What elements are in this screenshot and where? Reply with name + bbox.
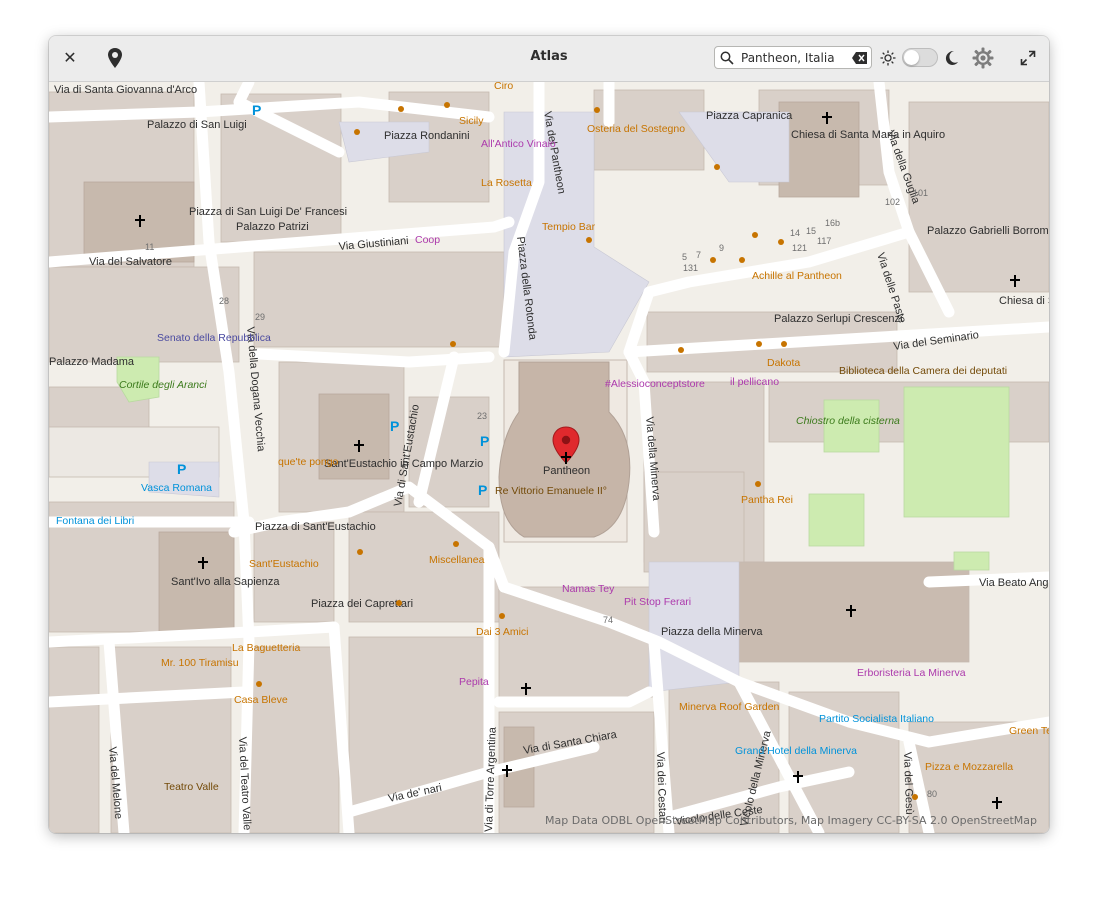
poi-label: Teatro Valle — [164, 781, 219, 793]
svg-text:11: 11 — [145, 242, 154, 252]
svg-text:P: P — [177, 461, 186, 477]
poi-label: All'Antico Vinaio — [481, 138, 556, 150]
street-label: Via del Gesù — [901, 752, 915, 815]
church-label: Chiesa di Santa Maria in Aquiro — [791, 129, 945, 141]
poi-label: Re Vittorio Emanuele II° — [495, 485, 607, 497]
square-label: Piazza Capranica — [706, 110, 793, 122]
poi-label: il pellicano — [730, 376, 779, 388]
svg-text:5: 5 — [682, 252, 687, 262]
poi-label: Achille al Pantheon — [752, 270, 842, 282]
church-label: Sant'Ivo alla Sapienza — [171, 576, 280, 588]
svg-text:P: P — [478, 482, 487, 498]
window-title: Atlas — [530, 49, 568, 64]
square-label: Palazzo Madama — [49, 356, 135, 368]
dark-mode-toggle[interactable] — [902, 48, 938, 67]
svg-text:P: P — [252, 102, 261, 118]
poi-label: Fontana dei Libri — [56, 515, 134, 527]
poi-label: Pizza e Mozzarella — [925, 761, 1013, 773]
poi-label: Green Tea — [1009, 725, 1049, 737]
poi-label: Namas Tey — [562, 583, 615, 595]
dark-mode-icon — [945, 50, 958, 65]
street-label: Via del Salvatore — [89, 256, 172, 268]
poi-label: Biblioteca della Camera dei deputati — [839, 365, 1007, 377]
square-label: Palazzo Patrizi — [236, 221, 309, 233]
poi-label: La Rosetta — [481, 177, 532, 189]
poi-label: La Baguetteria — [232, 642, 300, 654]
poi-label: Coop — [415, 234, 440, 246]
poi-label: Erboristeria La Minerva — [857, 667, 966, 679]
poi-label: #Alessioconceptstore — [605, 378, 705, 390]
church-label: Sant'Eustachio in Campo Marzio — [324, 458, 483, 470]
search-input[interactable]: Pantheon, Italia — [741, 51, 835, 65]
svg-text:28: 28 — [219, 296, 229, 306]
poi-label: Pantha Rei — [741, 494, 793, 506]
poi-label: Pit Stop Ferari — [624, 596, 691, 608]
poi-label: Vasca Romana — [141, 482, 212, 494]
app-window: ✕ Atlas Pantheon, Italia Via Giustiniani… — [49, 36, 1049, 833]
search-icon — [720, 51, 734, 65]
poi-label: Osteria del Sostegno — [587, 123, 685, 135]
svg-text:9: 9 — [719, 243, 724, 253]
svg-text:29: 29 — [255, 312, 265, 322]
street-label: Via dei Cestari — [654, 752, 668, 824]
square-label: Piazza della Minerva — [661, 626, 763, 638]
svg-text:16b: 16b — [825, 218, 840, 228]
map-canvas[interactable]: Via Giustiniani Via del Salvatore Via de… — [49, 82, 1049, 833]
svg-text:101: 101 — [913, 188, 928, 198]
svg-text:P: P — [390, 418, 399, 434]
square-label: Palazzo Gabrielli Borromeo — [927, 225, 1049, 237]
poi-label: Dai 3 Amici — [476, 626, 529, 638]
selected-place-label: Pantheon — [543, 465, 590, 477]
fullscreen-icon[interactable] — [1020, 50, 1036, 66]
poi-label: Ciro — [494, 82, 513, 92]
svg-text:121: 121 — [792, 243, 807, 253]
toggle-knob — [904, 50, 919, 65]
poi-label: Minerva Roof Garden — [679, 701, 780, 713]
svg-text:74: 74 — [603, 615, 613, 625]
poi-label: que'te pongo — [278, 456, 339, 468]
gear-icon[interactable] — [972, 47, 994, 69]
svg-text:102: 102 — [885, 197, 900, 207]
poi-label: Pepita — [459, 676, 489, 688]
clear-search-icon[interactable] — [852, 52, 867, 64]
square-label: Piazza di San Luigi De' Francesi — [189, 206, 347, 218]
poi-label: Sant'Eustachio — [249, 558, 319, 570]
square-label: Palazzo di San Luigi — [147, 119, 247, 131]
square-label: Piazza di Sant'Eustachio — [255, 521, 376, 533]
street-label: Via Beato Angelico — [979, 577, 1049, 589]
light-mode-icon — [880, 50, 896, 66]
svg-text:80: 80 — [927, 789, 937, 799]
poi-label: Sicily — [459, 115, 484, 127]
svg-text:14: 14 — [790, 228, 800, 238]
poi-label: Partito Socialista Italiano — [819, 713, 934, 725]
search-field[interactable]: Pantheon, Italia — [714, 46, 872, 69]
map-attribution[interactable]: Map Data ODBL OpenStreetMap Contributors… — [545, 814, 1037, 827]
svg-text:15: 15 — [806, 226, 816, 236]
street-label: Via di Santa Giovanna d'Arco — [54, 84, 197, 96]
poi-label: Dakota — [767, 357, 800, 369]
header-bar: ✕ Atlas Pantheon, Italia — [49, 36, 1049, 82]
svg-text:P: P — [480, 433, 489, 449]
svg-text:23: 23 — [477, 411, 487, 421]
street-label: Via di Torre Argentina — [483, 726, 499, 832]
church-label: Chiesa di San Macuto — [999, 295, 1049, 307]
svg-text:7: 7 — [696, 250, 701, 260]
svg-text:117: 117 — [817, 236, 831, 246]
poi-label: Casa Bleve — [234, 694, 288, 706]
poi-label: Senato della Repubblica — [157, 332, 271, 344]
poi-label: Miscellanea — [429, 554, 485, 566]
poi-label: Cortile degli Aranci — [119, 379, 207, 391]
poi-label: Mr. 100 Tiramisu — [161, 657, 239, 669]
poi-label: Grand Hotel della Minerva — [735, 745, 857, 757]
map-view[interactable]: Via Giustiniani Via del Salvatore Via de… — [49, 82, 1049, 833]
poi-label: Tempio Bar — [542, 221, 596, 233]
poi-label: Chiostro della cisterna — [796, 415, 900, 427]
square-label: Palazzo Serlupi Crescenzi — [774, 313, 902, 325]
svg-text:131: 131 — [683, 263, 698, 273]
square-label: Piazza Rondanini — [384, 130, 470, 142]
